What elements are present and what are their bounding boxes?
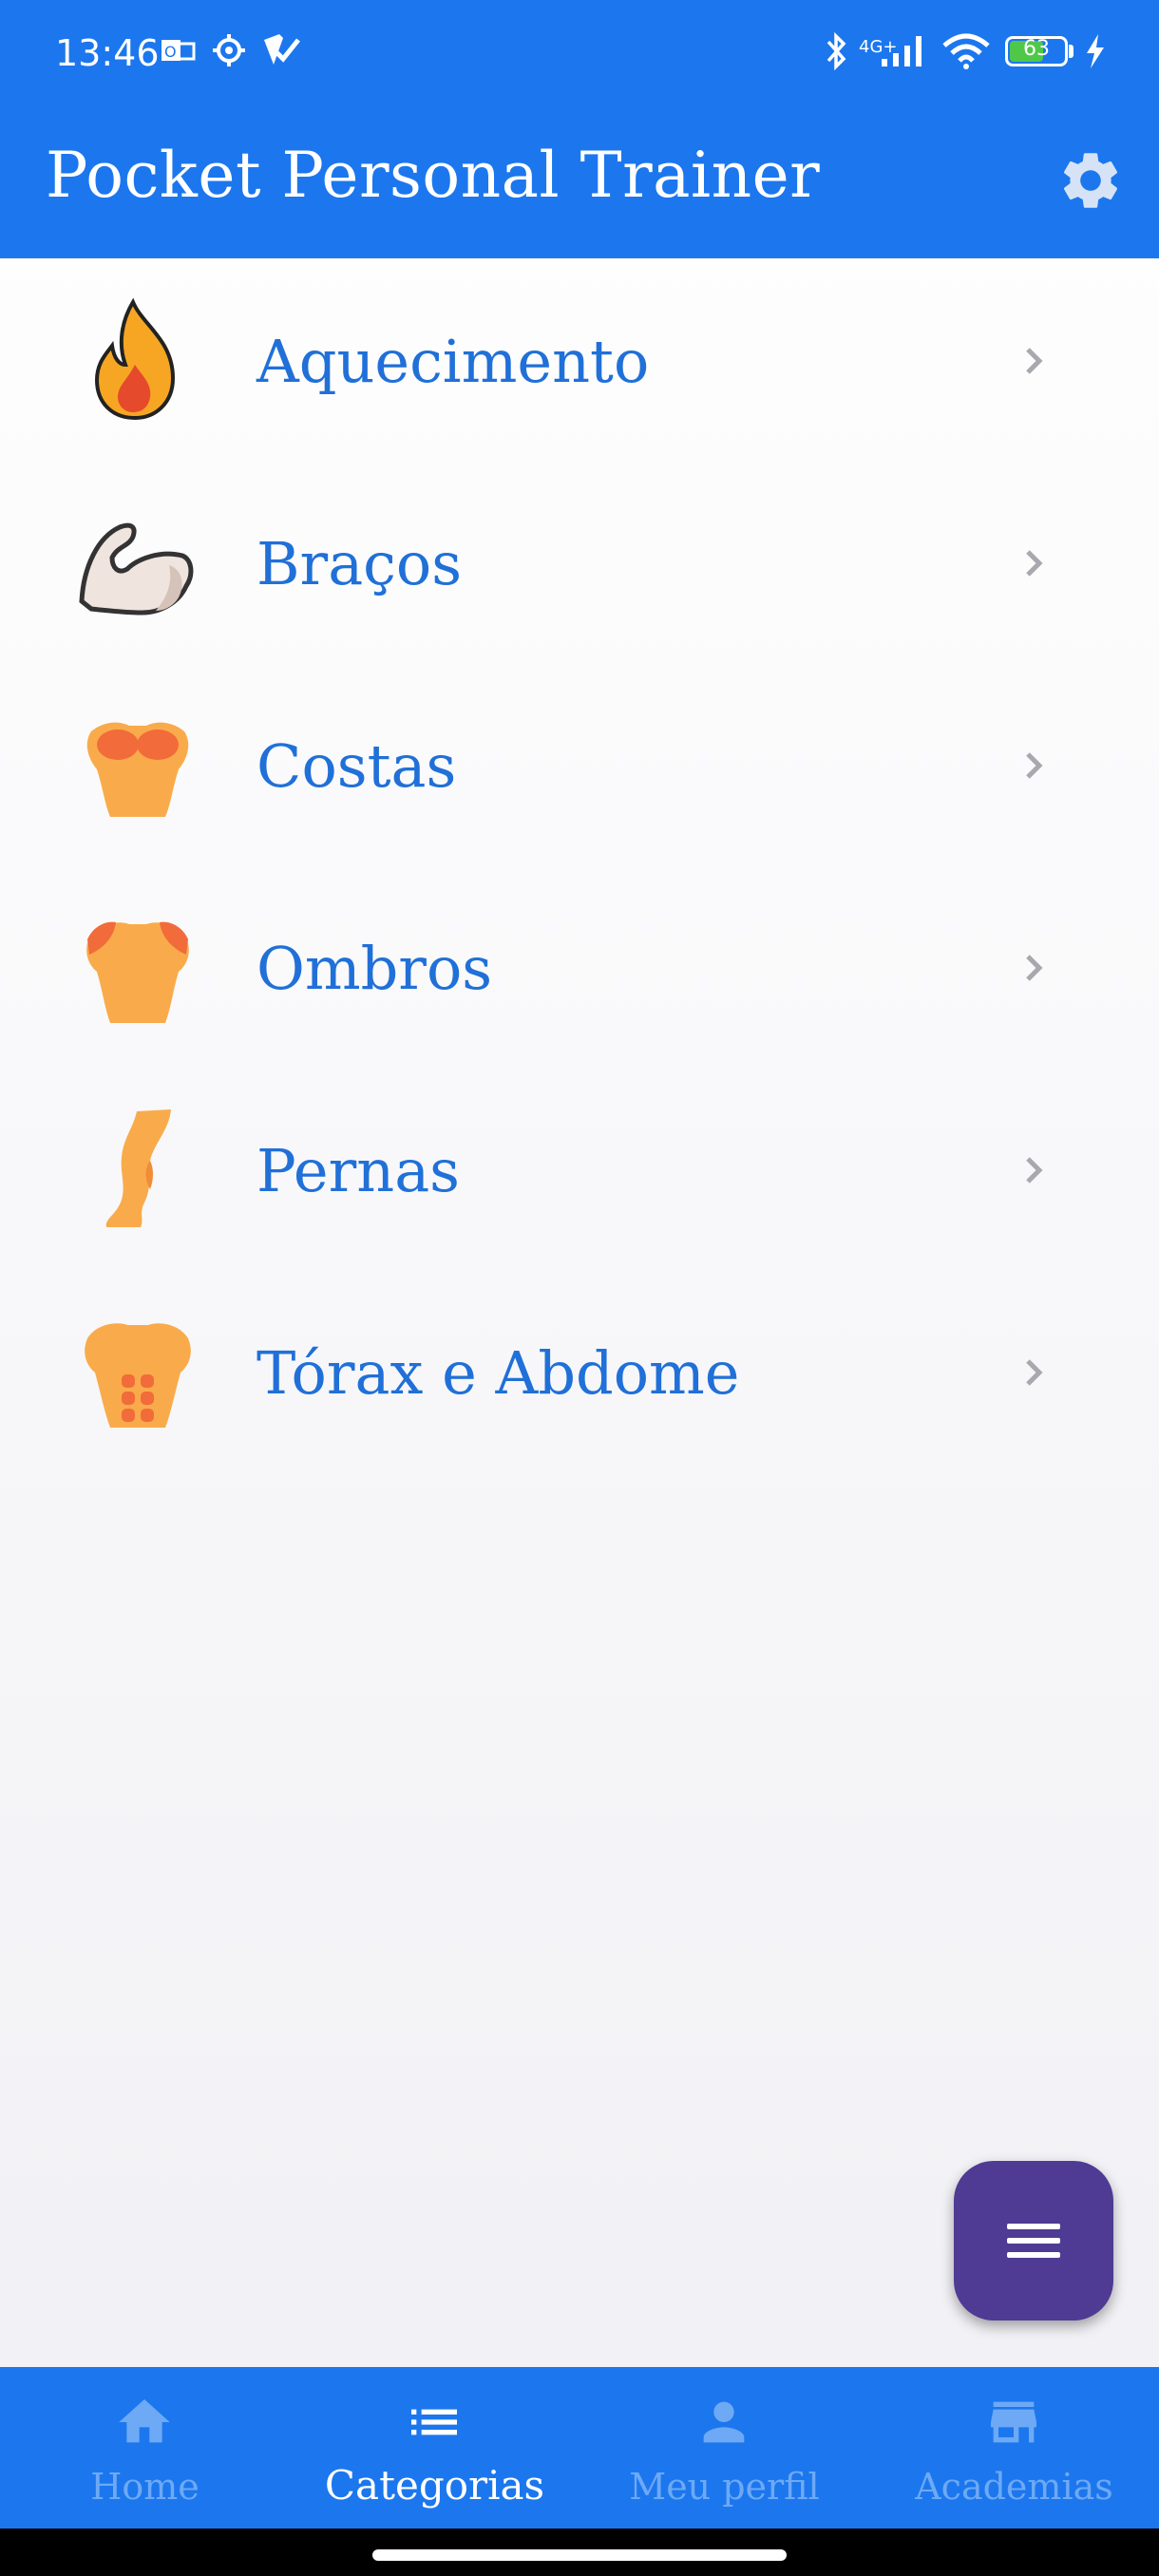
category-label: Ombros bbox=[256, 934, 493, 1003]
home-gesture-pill[interactable] bbox=[372, 2549, 787, 2561]
chevron-right-icon bbox=[1015, 342, 1053, 380]
category-item-pernas[interactable]: Pernas bbox=[0, 1068, 1159, 1270]
store-icon bbox=[983, 2392, 1044, 2453]
category-item-torax-e-abdome[interactable]: Tórax e Abdome bbox=[0, 1270, 1159, 1472]
wifi-icon bbox=[940, 32, 992, 79]
fire-icon bbox=[74, 296, 201, 424]
bluetooth-icon bbox=[823, 31, 849, 79]
battery-tip bbox=[1069, 45, 1074, 58]
chevron-right-icon bbox=[1015, 747, 1053, 785]
home-icon bbox=[114, 2392, 175, 2453]
torso-abs-icon bbox=[74, 1308, 201, 1435]
nav-label: Meu perfil bbox=[629, 2466, 820, 2508]
list-icon bbox=[404, 2392, 465, 2453]
chevron-right-icon bbox=[1015, 949, 1053, 987]
category-list: Aquecimento Braços Costas Ombros Pernas … bbox=[0, 258, 1159, 1472]
category-label: Braços bbox=[256, 529, 463, 598]
nav-home[interactable]: Home bbox=[0, 2367, 290, 2529]
category-item-aquecimento[interactable]: Aquecimento bbox=[0, 258, 1159, 461]
shield-check-notification-icon bbox=[260, 32, 300, 79]
category-label: Pernas bbox=[256, 1136, 460, 1205]
category-label: Tórax e Abdome bbox=[256, 1338, 740, 1408]
category-item-ombros[interactable]: Ombros bbox=[0, 865, 1159, 1068]
chevron-right-icon bbox=[1015, 1151, 1053, 1189]
system-navigation-bar bbox=[0, 2529, 1159, 2576]
app-bar: Pocket Personal Trainer bbox=[0, 104, 1159, 258]
charging-bolt-icon bbox=[1083, 32, 1108, 79]
nav-label: Home bbox=[90, 2466, 200, 2508]
status-bar: 13:46 O 4G+ 63 bbox=[0, 0, 1159, 104]
person-icon bbox=[694, 2392, 754, 2453]
svg-text:O: O bbox=[164, 43, 177, 61]
settings-gear-icon[interactable] bbox=[1056, 146, 1125, 215]
bottom-navigation: Home Categorias Meu perfil Academias bbox=[0, 2367, 1159, 2529]
status-time: 13:46 bbox=[55, 32, 160, 74]
category-item-bracos[interactable]: Braços bbox=[0, 461, 1159, 663]
chevron-right-icon bbox=[1015, 1354, 1053, 1392]
category-item-costas[interactable]: Costas bbox=[0, 663, 1159, 865]
nav-academias[interactable]: Academias bbox=[869, 2367, 1159, 2529]
category-label: Aquecimento bbox=[256, 327, 650, 396]
category-label: Costas bbox=[256, 731, 457, 801]
nav-categorias[interactable]: Categorias bbox=[290, 2367, 580, 2529]
flexed-biceps-icon bbox=[74, 499, 201, 626]
nav-meu-perfil[interactable]: Meu perfil bbox=[580, 2367, 869, 2529]
battery-icon: 63 bbox=[1005, 36, 1068, 66]
app-title: Pocket Personal Trainer bbox=[46, 139, 821, 212]
chevron-right-icon bbox=[1015, 544, 1053, 582]
settings-notification-icon bbox=[211, 32, 247, 77]
shoulders-icon bbox=[74, 903, 201, 1031]
leg-icon bbox=[74, 1106, 201, 1233]
battery-level: 63 bbox=[1023, 37, 1050, 61]
signal-icon bbox=[878, 32, 929, 79]
outlook-notification-icon: O bbox=[160, 32, 196, 77]
menu-fab-button[interactable] bbox=[954, 2161, 1113, 2320]
nav-label: Academias bbox=[915, 2466, 1113, 2508]
nav-label: Categorias bbox=[324, 2462, 545, 2509]
back-muscles-icon bbox=[74, 701, 201, 828]
